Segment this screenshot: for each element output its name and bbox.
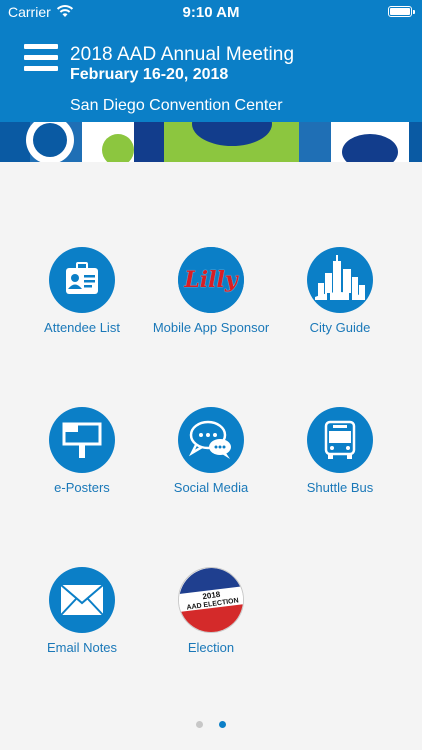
app-header: 2018 AAD Annual Meeting February 16-20, …: [0, 24, 422, 122]
status-time: 9:10 AM: [182, 4, 240, 21]
chat-bubbles-icon: [178, 407, 244, 473]
poster-board-icon: [49, 407, 115, 473]
decorative-banner: [0, 122, 422, 162]
tile-label: Shuttle Bus: [306, 480, 374, 495]
page-indicator[interactable]: [0, 715, 422, 733]
tile-email-notes[interactable]: Email Notes: [22, 567, 142, 655]
tile-label: City Guide: [309, 320, 371, 335]
tile-mobile-app-sponsor[interactable]: Lilly Mobile App Sponsor: [151, 247, 271, 335]
tile-label: Attendee List: [44, 320, 120, 335]
tile-election[interactable]: 2018 AAD ELECTION Election: [151, 567, 271, 655]
hamburger-menu-icon[interactable]: [24, 44, 58, 72]
bus-icon: [307, 407, 373, 473]
tile-city-guide[interactable]: City Guide: [280, 247, 400, 335]
envelope-icon: [49, 567, 115, 633]
page-dot-2[interactable]: [219, 721, 227, 728]
event-title: 2018 AAD Annual Meeting: [70, 44, 295, 65]
battery-icon: [388, 6, 415, 17]
tile-attendee-list[interactable]: Attendee List: [22, 247, 142, 335]
tile-label: Election: [187, 640, 235, 655]
event-dates: February 16-20, 2018: [70, 66, 229, 83]
event-venue: San Diego Convention Center: [70, 97, 283, 114]
tile-label: Social Media: [173, 480, 249, 495]
city-skyline-icon: [307, 247, 373, 313]
id-badge-icon: [49, 247, 115, 313]
tile-label: e-Posters: [54, 480, 110, 495]
tile-e-posters[interactable]: e-Posters: [22, 407, 142, 495]
tile-label: Mobile App Sponsor: [152, 320, 270, 335]
tile-social-media[interactable]: Social Media: [151, 407, 271, 495]
sponsor-logo-text: Lilly: [184, 267, 238, 293]
status-bar: Carrier 9:10 AM: [0, 0, 422, 24]
tile-shuttle-bus[interactable]: Shuttle Bus: [280, 407, 400, 495]
lilly-logo-icon: Lilly: [178, 247, 244, 313]
menu-grid: Attendee List Lilly Mobile App Sponsor C…: [0, 162, 422, 702]
page-dot-1[interactable]: [195, 721, 203, 728]
election-badge-icon: 2018 AAD ELECTION: [178, 567, 244, 633]
tile-label: Email Notes: [46, 640, 118, 655]
